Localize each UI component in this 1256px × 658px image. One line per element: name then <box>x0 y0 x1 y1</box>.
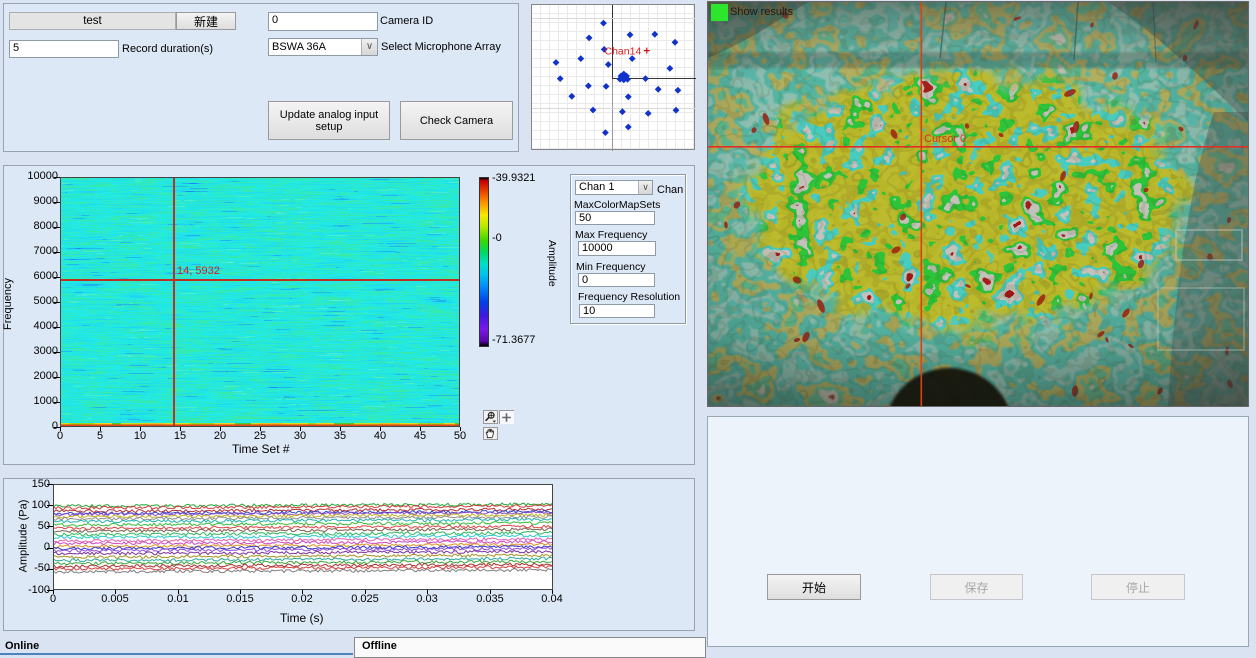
svg-text:14, 5932: 14, 5932 <box>177 265 220 277</box>
svg-text:Cursor 0: Cursor 0 <box>924 133 966 145</box>
svg-text:Chan14: Chan14 <box>605 46 642 58</box>
